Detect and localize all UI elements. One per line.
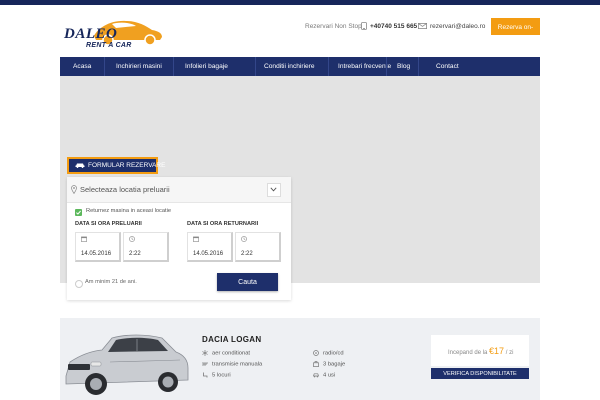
chevron-down-icon: [270, 187, 277, 192]
email-address: rezervari@daleo.ro: [430, 23, 486, 30]
return-time-field[interactable]: 2:22: [235, 232, 281, 262]
nav-item-blog[interactable]: Blog: [397, 57, 410, 76]
price-box: Incepand de la €17 / zi: [431, 335, 529, 366]
reservation-form-tab-label: FORMULAR REZERVARE: [88, 162, 166, 169]
feature-label: transmisie manuala: [212, 361, 263, 368]
map-pin-icon: [71, 185, 77, 194]
nav-divider: [328, 57, 329, 76]
logo-tagline: RENT A CAR: [86, 42, 132, 49]
feature-item: transmisie manuala: [202, 361, 262, 368]
pickup-datetime-label: DATA SI ORA PRELUARII: [75, 221, 142, 227]
car-icon: [75, 163, 85, 169]
feature-item: 3 bagaje: [313, 361, 345, 368]
feature-label: 4 usi: [323, 372, 336, 379]
nav-divider: [386, 57, 387, 76]
nav-divider: [255, 57, 256, 76]
nonstop-label: Rezervari Non Stop: [305, 23, 362, 30]
car-door-icon: [313, 373, 319, 378]
clock-icon: [129, 236, 135, 242]
seat-icon: [203, 372, 208, 378]
age-confirm-label: Am minim 21 de ani.: [85, 279, 137, 285]
header-phone[interactable]: +40740 515 665: [361, 20, 417, 34]
pickup-time-value: 2:22: [129, 251, 141, 257]
search-button[interactable]: Cauta: [217, 273, 278, 291]
price-prefix: Incepand de la: [448, 350, 488, 356]
nav-item-acasa[interactable]: Acasa: [73, 57, 91, 76]
feature-label: radio/cd: [323, 350, 344, 357]
nav-item-infolieri-bagaje[interactable]: Infolieri bagaje: [185, 57, 228, 76]
pickup-date-field[interactable]: 14.05.2016: [75, 232, 121, 262]
nav-item-conditii-inchiriere[interactable]: Conditii inchiriere: [264, 57, 315, 76]
dropdown-toggle[interactable]: [267, 183, 281, 197]
feature-label: 3 bagaje: [323, 361, 346, 368]
feature-label: aer conditionat: [212, 350, 251, 357]
pickup-location-value: Selecteaza locatia preluarii: [80, 185, 170, 194]
logo-wordmark: DALEO: [64, 26, 118, 42]
return-time-value: 2:22: [241, 251, 253, 257]
pickup-location-select[interactable]: Selecteaza locatia preluarii: [67, 177, 291, 203]
radio-icon: [313, 350, 319, 356]
price-text: Incepand de la €17 / zi: [448, 346, 513, 356]
nav-divider: [104, 57, 105, 76]
daleo-logo[interactable]: DALEO RENT A CAR: [60, 12, 164, 49]
return-date-field[interactable]: 14.05.2016: [187, 232, 233, 262]
same-location-checkbox[interactable]: [75, 209, 82, 216]
feature-item: aer conditionat: [202, 350, 250, 357]
phone-number: +40740 515 665: [370, 23, 418, 30]
reservation-form: Selecteaza locatia preluarii Returnez ma…: [67, 177, 291, 300]
luggage-icon: [313, 361, 319, 367]
nav-divider: [418, 57, 419, 76]
reservation-form-tab[interactable]: FORMULAR REZERVARE: [67, 157, 165, 174]
nav-item-intrebari-frecvente[interactable]: Intrebari frecvente: [338, 57, 391, 76]
main-nav: Acasa Inchirieri masini Infolieri bagaje…: [60, 57, 540, 76]
return-datetime-label: DATA SI ORA RETURNARII: [187, 221, 259, 227]
envelope-icon: [418, 23, 427, 30]
feature-item: radio/cd: [313, 350, 344, 357]
checkmark-icon: [76, 210, 81, 215]
feature-label: 5 locuri: [212, 372, 231, 379]
header-email[interactable]: rezervari@daleo.ro: [418, 20, 485, 34]
snowflake-icon: [202, 350, 208, 356]
return-date-value: 14.05.2016: [193, 251, 224, 257]
feature-item: 5 locuri: [202, 372, 231, 379]
pickup-time-field[interactable]: 2:22: [123, 232, 169, 262]
clock-icon: [241, 236, 247, 242]
nav-item-inchirieri-masini[interactable]: Inchirieri masini: [116, 57, 162, 76]
pickup-date-value: 14.05.2016: [81, 251, 112, 257]
phone-icon: [361, 22, 367, 31]
age-confirm-radio[interactable]: [75, 280, 83, 288]
same-location-label: Returnez masina in aceasi locatie: [86, 208, 172, 214]
calendar-icon: [193, 236, 199, 242]
gearbox-icon: [202, 362, 208, 366]
price-amount: €17: [489, 346, 505, 356]
car-photo[interactable]: [60, 318, 190, 400]
car-model-name: DACIA LOGAN: [202, 335, 262, 344]
calendar-icon: [81, 236, 87, 242]
nav-divider: [173, 57, 174, 76]
top-accent-bar: [0, 0, 600, 5]
feature-item: 4 usi: [313, 372, 335, 379]
nav-item-contact[interactable]: Contact: [436, 57, 459, 76]
reserve-online-button[interactable]: Rezerva on-line: [491, 18, 540, 48]
check-availability-button[interactable]: VERIFICA DISPONIBILITATE: [431, 368, 529, 379]
price-suffix: / zi: [505, 350, 514, 356]
